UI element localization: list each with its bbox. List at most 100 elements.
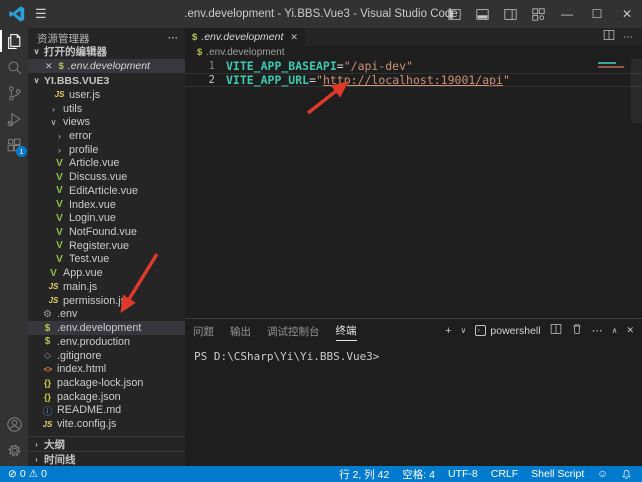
customize-layout-icon[interactable] (524, 0, 552, 28)
split-terminal-icon[interactable] (550, 322, 562, 340)
settings-gear-icon[interactable] (0, 437, 28, 463)
close-icon[interactable]: ✕ (290, 32, 298, 43)
explorer-sidebar: 资源管理器 ⋯ ∨ 打开的编辑器 ✕ $ .env.development ∨ … (28, 28, 185, 466)
chevron-right-icon: › (32, 455, 41, 464)
search-icon[interactable] (0, 54, 28, 80)
maximize-icon[interactable]: ☐ (582, 0, 612, 28)
kill-terminal-icon[interactable] (571, 322, 583, 340)
file-row[interactable]: VApp.vue (28, 266, 185, 280)
close-icon[interactable]: ✕ (45, 61, 53, 72)
file-row[interactable]: ⚙.env (28, 308, 185, 322)
js-icon: JS (47, 296, 60, 305)
file-row-selected[interactable]: $.env.development (28, 321, 185, 335)
vue-icon: V (47, 268, 60, 279)
env-icon: $ (41, 336, 54, 347)
file-row[interactable]: VIndex.vue (28, 198, 185, 212)
code-editor[interactable]: 1 VITE_APP_BASEAPI="/api-dev" 2 VITE_APP… (185, 59, 642, 318)
json-icon: {} (41, 378, 54, 388)
info-icon: ⓘ (41, 403, 54, 418)
minimap[interactable] (598, 62, 628, 68)
timeline-section[interactable]: › 时间线 (28, 451, 185, 466)
folder-row[interactable]: ›error (28, 129, 185, 143)
breadcrumb[interactable]: $ .env.development (185, 46, 642, 59)
file-row[interactable]: VTest.vue (28, 253, 185, 267)
extensions-badge: 1 (16, 146, 27, 157)
outline-section[interactable]: › 大纲 (28, 436, 185, 451)
account-icon[interactable] (0, 411, 28, 437)
toggle-sidebar-icon[interactable] (440, 0, 468, 28)
terminal-content[interactable]: PS D:\CSharp\Yi\Yi.BBS.Vue3> (185, 342, 642, 466)
indentation[interactable]: 空格: 4 (402, 467, 435, 482)
explorer-icon[interactable] (0, 28, 28, 54)
editor-tab-bar: $ .env.development ✕ ⋯ (185, 28, 642, 46)
file-row[interactable]: VEditArticle.vue (28, 184, 185, 198)
language-mode[interactable]: Shell Script (531, 468, 584, 480)
source-control-icon[interactable] (0, 80, 28, 106)
problems-status[interactable]: ⊘ 0 ⚠ 0 (8, 468, 47, 480)
chevron-down-icon: ∨ (32, 47, 41, 56)
cursor-position[interactable]: 行 2, 列 42 (339, 467, 389, 482)
panel-maximize-icon[interactable]: ∧ (612, 326, 618, 335)
warning-icon: ⚠ (29, 468, 38, 480)
notifications-bell-icon[interactable] (621, 469, 632, 480)
terminal-dropdown-icon[interactable]: ∨ (461, 326, 467, 335)
split-editor-icon[interactable] (603, 28, 615, 46)
terminal-instance-powershell[interactable]: › powershell (475, 325, 540, 337)
file-row[interactable]: JSmain.js (28, 280, 185, 294)
toggle-secondary-sidebar-icon[interactable] (496, 0, 524, 28)
terminal-icon: › (475, 325, 486, 336)
file-row[interactable]: {}package.json (28, 390, 185, 404)
toggle-panel-icon[interactable] (468, 0, 496, 28)
folder-row[interactable]: ∨views (28, 115, 185, 129)
terminal-prompt: PS D:\CSharp\Yi\Yi.BBS.Vue3> (194, 350, 379, 363)
eol-sequence[interactable]: CRLF (491, 468, 518, 480)
vue-icon: V (53, 185, 66, 196)
encoding[interactable]: UTF-8 (448, 468, 478, 480)
minimap-slider[interactable] (631, 59, 642, 123)
code-line-2-current: 2 VITE_APP_URL="http://localhost:19001/a… (185, 73, 642, 87)
folder-row[interactable]: ›profile (28, 143, 185, 157)
feedback-icon[interactable]: ☺ (597, 468, 608, 480)
file-row[interactable]: JSvite.config.js (28, 417, 185, 431)
panel-more-icon[interactable]: ⋯ (592, 324, 603, 337)
sidebar-more-icon[interactable]: ⋯ (168, 32, 180, 44)
file-row[interactable]: ⓘREADME.md (28, 404, 185, 418)
file-row[interactable]: JSuser.js (28, 88, 185, 102)
close-icon[interactable]: ✕ (612, 0, 642, 28)
url-link[interactable]: http://localhost:19001/api (323, 73, 503, 87)
file-row[interactable]: VLogin.vue (28, 211, 185, 225)
code-line-1: 1 VITE_APP_BASEAPI="/api-dev" (185, 59, 642, 73)
activity-bar: 1 (0, 28, 28, 466)
bottom-panel: 问题 输出 调试控制台 终端 + ∨ › powershell (185, 318, 642, 466)
js-icon: JS (41, 420, 54, 429)
file-row[interactable]: ◇.gitignore (28, 349, 185, 363)
file-row[interactable]: VDiscuss.vue (28, 170, 185, 184)
extensions-icon[interactable]: 1 (0, 132, 28, 158)
file-row[interactable]: VRegister.vue (28, 239, 185, 253)
json-icon: {} (41, 392, 54, 402)
editor-more-icon[interactable]: ⋯ (623, 32, 634, 43)
file-row[interactable]: $.env.production (28, 335, 185, 349)
open-editors-header[interactable]: ∨ 打开的编辑器 (28, 44, 185, 59)
tab-debug-console[interactable]: 调试控制台 (267, 322, 320, 339)
folder-row[interactable]: ›utils (28, 102, 185, 116)
new-terminal-icon[interactable]: + (445, 325, 451, 337)
tab-output[interactable]: 输出 (230, 322, 251, 339)
file-row[interactable]: {}package-lock.json (28, 376, 185, 390)
menu-hamburger-icon[interactable]: ☰ (35, 6, 47, 22)
file-row[interactable]: VArticle.vue (28, 157, 185, 171)
tab-env-development[interactable]: $ .env.development ✕ (185, 28, 305, 46)
minimize-icon[interactable]: — (552, 0, 582, 28)
file-row[interactable]: JSpermission.js (28, 294, 185, 308)
panel-close-icon[interactable]: ✕ (626, 325, 634, 336)
open-editor-item[interactable]: ✕ $ .env.development (28, 59, 185, 73)
line-number: 2 (185, 74, 215, 86)
tab-problems[interactable]: 问题 (193, 322, 214, 339)
tab-terminal[interactable]: 终端 (336, 321, 357, 341)
run-debug-icon[interactable] (0, 106, 28, 132)
project-root-header[interactable]: ∨ YI.BBS.VUE3 (28, 73, 185, 88)
file-row[interactable]: <>index.html (28, 362, 185, 376)
file-row[interactable]: VNotFound.vue (28, 225, 185, 239)
vscode-logo-icon (9, 6, 25, 22)
chevron-right-icon: › (47, 104, 60, 114)
